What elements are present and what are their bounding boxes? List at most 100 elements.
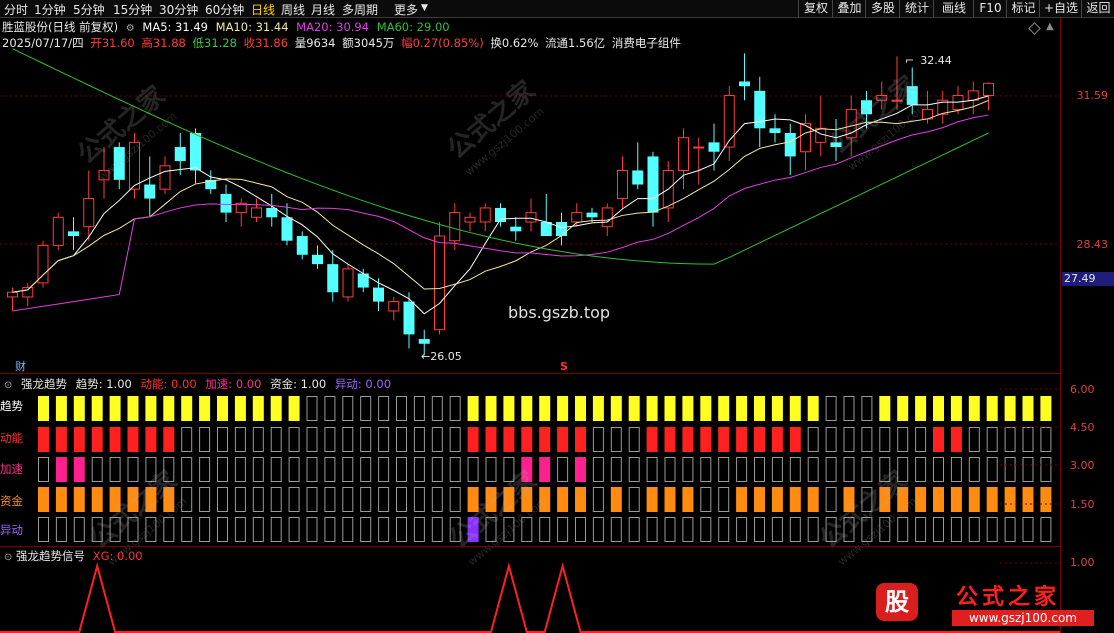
abn-bar-empty (234, 517, 246, 542)
candle-body (983, 82, 994, 97)
fund-bar-empty (628, 487, 640, 512)
candle-body (342, 268, 354, 298)
abn-bar-empty (575, 517, 586, 542)
row-label-power: 动能 (0, 431, 23, 445)
power-bar-empty (879, 427, 891, 452)
fund-bar (1040, 487, 1052, 512)
power-bar (718, 427, 730, 452)
candle-body (312, 254, 323, 265)
candle-body (784, 133, 796, 157)
power-bar-empty (610, 427, 622, 452)
trend-bar (73, 396, 85, 421)
cai-marker[interactable]: 财 (15, 358, 26, 374)
candle-body (266, 207, 278, 218)
fund-bar (915, 487, 927, 512)
abn-bar-empty (789, 517, 801, 542)
price-tick-low: 28.43 (1076, 238, 1109, 251)
candle-body (678, 137, 689, 171)
accel-bar-empty (252, 457, 264, 482)
fund-bar (575, 487, 586, 512)
power-bar (736, 427, 748, 452)
power-bar-empty (897, 427, 909, 452)
fund-bar-empty (592, 487, 604, 512)
abn-bar-empty (771, 517, 783, 542)
candle-body (617, 169, 628, 200)
fund-bar-empty (360, 487, 372, 512)
accel-bar (55, 457, 67, 482)
accel-bar-empty (109, 457, 121, 482)
candle-body (190, 133, 201, 171)
accel-bar-empty (682, 457, 694, 482)
candle-body (525, 212, 537, 223)
candle-body (449, 212, 461, 242)
accel-bar-empty (950, 457, 962, 482)
abn-bar-empty (360, 517, 372, 542)
trend-bar (91, 396, 103, 421)
fund-bar (754, 487, 765, 512)
logo-title: 公式之家 (956, 585, 1061, 610)
fund-bar (646, 487, 658, 512)
site-logo: 股 公式之家 www.gszj100.com (872, 577, 1112, 631)
indicator2-title-line: ⊙ 强龙趋势信号 XG: 0.00 (4, 548, 143, 564)
candle-body (723, 95, 735, 148)
accel-bar-empty (360, 457, 372, 482)
fund-bar-empty (288, 487, 300, 512)
accel-bar-empty (557, 457, 569, 482)
abn-bar-empty (968, 517, 980, 542)
trend-bar (539, 396, 551, 421)
fund-bar-empty (199, 487, 211, 512)
candle-body (83, 198, 95, 228)
collapse-icon[interactable]: ⊙ (4, 552, 12, 563)
accel-bar-empty (288, 457, 300, 482)
s-marker[interactable]: S (560, 360, 568, 373)
fund-bar (950, 487, 962, 512)
trend-bar (1022, 396, 1034, 421)
trend-bar (127, 396, 139, 421)
power-bar (933, 427, 944, 452)
trend-bar (521, 396, 533, 421)
trend-bar (610, 396, 622, 421)
trend-bar-empty (306, 396, 318, 421)
accel-bar-empty (843, 457, 855, 482)
high-marker: ⌐ 32.44 (905, 54, 952, 67)
trend-bar (485, 396, 497, 421)
trend-bar (199, 396, 211, 421)
trend-bar (628, 396, 640, 421)
trend-bar (557, 396, 569, 421)
power-bar-empty (306, 427, 318, 452)
fund-bar-empty (413, 487, 425, 512)
back-button[interactable]: 返回 (1081, 0, 1114, 17)
power-bar (521, 427, 533, 452)
accel-bar-empty (485, 457, 497, 482)
accel-bar-empty (467, 457, 479, 482)
power-bar-empty (628, 427, 640, 452)
accel-bar-empty (181, 457, 193, 482)
candle-body (693, 146, 705, 149)
trend-bar (897, 396, 909, 421)
right-axis-line (1060, 18, 1061, 633)
accel-bar-empty (38, 457, 49, 482)
accel-bar (539, 457, 551, 482)
abn-bar-empty (38, 517, 49, 542)
candle-body (296, 236, 308, 255)
accel-bar-empty (718, 457, 730, 482)
power-value: 动能: 0.00 (140, 377, 197, 391)
panel-separator (0, 546, 1060, 547)
power-bar (789, 427, 801, 452)
candle-body (601, 207, 613, 228)
fund-bar (664, 487, 676, 512)
power-bar (485, 427, 497, 452)
candle-body (7, 291, 18, 298)
trend-bar-empty (825, 396, 837, 421)
fund-bar (771, 487, 783, 512)
power-bar-empty (843, 427, 855, 452)
fund-bar (968, 487, 980, 512)
accel-value: 加速: 0.00 (205, 377, 262, 391)
accel-bar-empty (91, 457, 103, 482)
abn-bar-empty (682, 517, 694, 542)
power-bar (73, 427, 85, 452)
power-bar-empty (252, 427, 264, 452)
power-bar-empty (396, 427, 407, 452)
accel-bar-empty (306, 457, 318, 482)
collapse-icon[interactable]: ⊙ (4, 380, 12, 391)
